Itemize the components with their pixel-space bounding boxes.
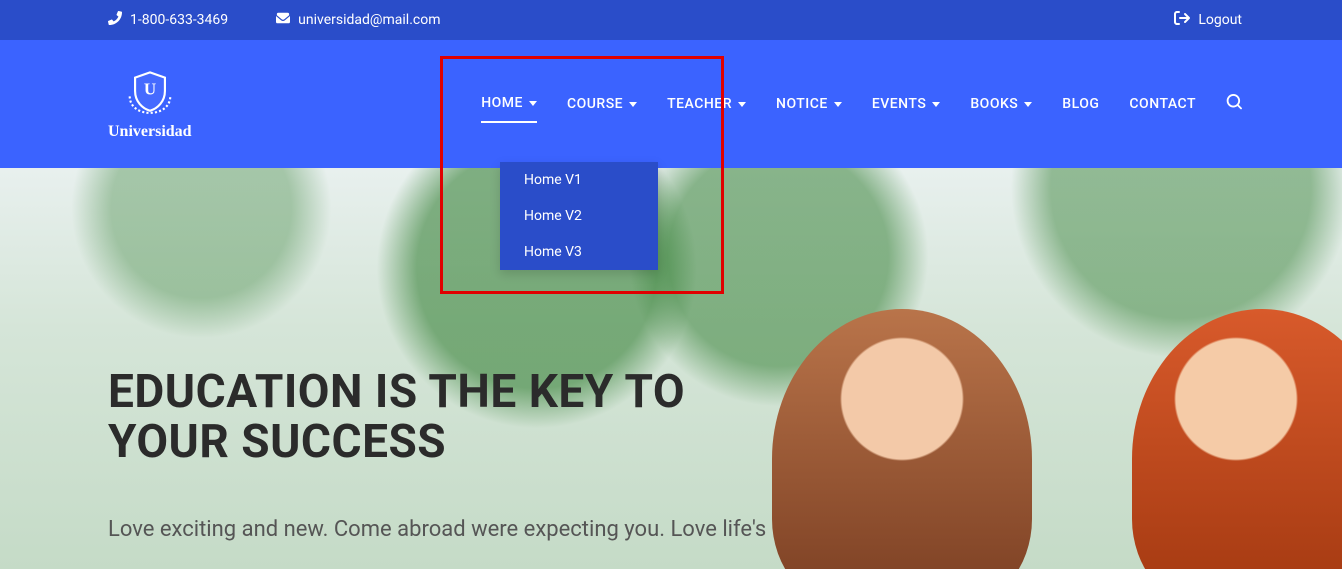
logout-text: Logout: [1198, 12, 1242, 28]
dropdown-home-v1-label: Home V1: [524, 172, 582, 188]
nav-events-label: EVENTS: [872, 96, 927, 112]
topbar-email[interactable]: universidad@mail.com: [276, 11, 440, 29]
nav-notice[interactable]: NOTICE: [776, 86, 842, 122]
brand-name: Universidad: [108, 123, 192, 141]
dropdown-home-v2-label: Home V2: [524, 208, 582, 224]
dropdown-home-v1[interactable]: Home V1: [500, 162, 658, 198]
chevron-down-icon: [1024, 102, 1032, 107]
nav-home[interactable]: HOME: [481, 85, 537, 123]
navbar: U Universidad HOME COURSE TEACHER NOTICE…: [0, 40, 1342, 168]
shield-logo-icon: U: [123, 67, 177, 119]
nav-home-label: HOME: [481, 95, 523, 111]
phone-icon: [108, 11, 122, 29]
topbar-email-text: universidad@mail.com: [298, 12, 440, 28]
hero-content: EDUCATION IS THE KEY TO YOUR SUCCESS Lov…: [0, 168, 900, 546]
topbar-phone-text: 1-800-633-3469: [130, 12, 228, 28]
nav-books-label: BOOKS: [970, 96, 1018, 112]
home-dropdown: Home V1 Home V2 Home V3: [500, 162, 658, 270]
nav-contact[interactable]: CONTACT: [1129, 86, 1196, 122]
chevron-down-icon: [834, 102, 842, 107]
hero: EDUCATION IS THE KEY TO YOUR SUCCESS Lov…: [0, 168, 1342, 569]
nav-teacher[interactable]: TEACHER: [667, 86, 746, 122]
dropdown-home-v3[interactable]: Home V3: [500, 234, 658, 270]
chevron-down-icon: [738, 102, 746, 107]
nav-course[interactable]: COURSE: [567, 86, 637, 122]
nav-blog-label: BLOG: [1062, 96, 1099, 112]
topbar-phone[interactable]: 1-800-633-3469: [108, 11, 228, 29]
nav-blog[interactable]: BLOG: [1062, 86, 1099, 122]
envelope-icon: [276, 11, 290, 29]
hero-person-2: [1132, 309, 1342, 569]
logout-icon: [1174, 10, 1190, 30]
hero-subtitle: Love exciting and new. Come abroad were …: [108, 515, 900, 546]
navlinks: HOME COURSE TEACHER NOTICE EVENTS BOOKS …: [481, 85, 1242, 123]
hero-title-line2: YOUR SUCCESS: [108, 415, 446, 469]
nav-events[interactable]: EVENTS: [872, 86, 941, 122]
chevron-down-icon: [629, 102, 637, 107]
search-button[interactable]: [1226, 94, 1242, 114]
chevron-down-icon: [529, 101, 537, 106]
dropdown-home-v2[interactable]: Home V2: [500, 198, 658, 234]
logout-link[interactable]: Logout: [1174, 10, 1242, 30]
dropdown-home-v3-label: Home V3: [524, 244, 582, 260]
nav-books[interactable]: BOOKS: [970, 86, 1032, 122]
nav-contact-label: CONTACT: [1129, 96, 1196, 112]
topbar-left: 1-800-633-3469 universidad@mail.com: [108, 11, 440, 29]
chevron-down-icon: [932, 102, 940, 107]
topbar: 1-800-633-3469 universidad@mail.com Logo…: [0, 0, 1342, 40]
hero-title: EDUCATION IS THE KEY TO YOUR SUCCESS: [108, 368, 900, 467]
nav-teacher-label: TEACHER: [667, 96, 732, 112]
svg-text:U: U: [144, 80, 156, 99]
brand[interactable]: U Universidad: [108, 67, 192, 141]
nav-notice-label: NOTICE: [776, 96, 828, 112]
hero-title-line1: EDUCATION IS THE KEY TO: [108, 365, 685, 419]
search-icon: [1226, 98, 1242, 114]
nav-course-label: COURSE: [567, 96, 623, 112]
